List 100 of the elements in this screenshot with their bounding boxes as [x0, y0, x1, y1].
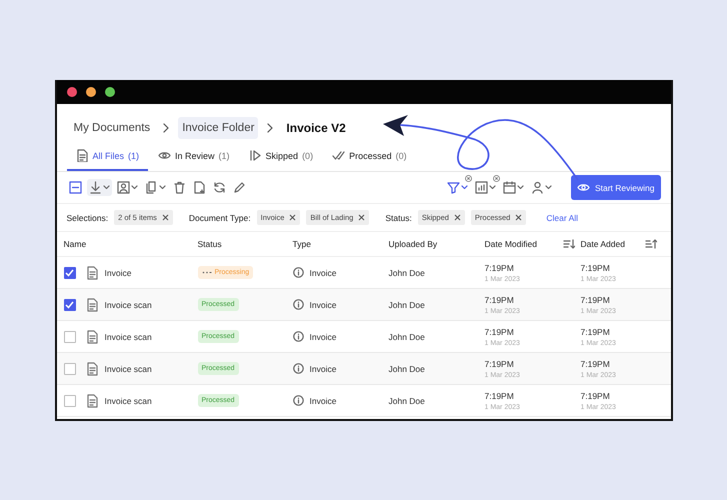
chart-icon — [474, 181, 488, 194]
close-icon — [454, 214, 461, 221]
sort-icon[interactable] — [562, 239, 574, 249]
deselect-icon — [68, 181, 82, 194]
info-icon — [292, 331, 304, 342]
document-icon — [86, 362, 98, 376]
filter-icon — [446, 181, 460, 194]
window-minimize-button[interactable] — [86, 87, 96, 97]
info-icon — [292, 299, 304, 310]
checkmark-icon — [65, 300, 74, 308]
calendar-button[interactable] — [500, 179, 526, 196]
deselect-button[interactable] — [66, 179, 84, 196]
caret-icon — [102, 185, 110, 190]
edit-icon — [232, 181, 246, 194]
tab[interactable]: Skipped (0) — [240, 149, 322, 171]
time-text: 7:19PM — [484, 294, 514, 304]
row-checkbox[interactable] — [64, 362, 76, 374]
info-icon — [292, 267, 304, 278]
copy-icon — [144, 181, 158, 194]
time-text: 7:19PM — [580, 326, 610, 336]
tab[interactable]: In Review (1) — [149, 149, 239, 171]
clear-badge-icon — [464, 175, 472, 182]
chevron-right-icon — [162, 122, 170, 134]
uploader-name: John Doe — [388, 332, 426, 342]
window-zoom-button[interactable] — [104, 87, 114, 97]
document-icon — [86, 298, 98, 312]
filter-label: Selections: — [66, 212, 108, 222]
time-text: 7:19PM — [580, 262, 610, 272]
caret-icon — [516, 185, 524, 190]
caret-icon — [488, 185, 496, 190]
column-header: Date Modified — [484, 239, 537, 249]
calendar-icon — [502, 181, 516, 194]
time-text: 7:19PM — [580, 390, 610, 400]
caret-icon — [544, 185, 552, 190]
delete-icon — [172, 181, 186, 194]
breadcrumb-link[interactable]: My Documents — [70, 117, 154, 139]
type-text: Invoice — [310, 396, 336, 406]
checkmark-icon — [65, 268, 74, 276]
type-text: Invoice — [310, 300, 336, 310]
time-text: 7:19PM — [484, 390, 514, 400]
assign-button[interactable] — [114, 179, 140, 196]
time-text: 7:19PM — [484, 358, 514, 368]
caret-icon — [130, 185, 138, 190]
caret-icon — [460, 185, 468, 190]
close-icon — [289, 214, 296, 221]
current-folder-title: Invoice V2 — [285, 120, 347, 137]
file-name[interactable]: Invoice — [104, 268, 132, 278]
caret-icon — [158, 185, 166, 190]
document-icon — [86, 266, 98, 280]
info-icon — [292, 363, 304, 374]
download-icon — [88, 181, 102, 194]
file-name[interactable]: Invoice scan — [104, 300, 152, 310]
download-button[interactable] — [86, 179, 112, 196]
time-text: 7:19PM — [484, 326, 514, 336]
row-checkbox[interactable] — [64, 298, 76, 310]
time-text: 7:19PM — [580, 294, 610, 304]
new-document-icon — [192, 181, 206, 194]
time-text: 7:19PM — [580, 358, 610, 368]
filter-label: Document Type: — [188, 212, 251, 222]
user-icon — [530, 181, 544, 194]
column-header: Uploaded By — [388, 239, 438, 249]
type-text: Invoice — [310, 332, 336, 342]
file-name[interactable]: Invoice scan — [104, 332, 152, 342]
close-icon — [358, 214, 366, 221]
chevron-right-icon — [266, 122, 274, 134]
clear-all-link[interactable]: Clear All — [546, 212, 578, 222]
row-checkbox[interactable] — [64, 394, 76, 406]
uploader-name: John Doe — [388, 268, 426, 278]
info-icon — [292, 395, 304, 406]
skip-icon — [248, 149, 262, 162]
column-header: Type — [292, 239, 312, 249]
type-text: Invoice — [310, 268, 336, 278]
column-header: Status — [198, 239, 223, 249]
uploader-name: John Doe — [388, 364, 426, 374]
uploader-name: John Doe — [388, 300, 426, 310]
sort-icon[interactable] — [644, 239, 656, 249]
column-header: Date Added — [580, 239, 625, 249]
document-icon — [76, 149, 88, 162]
type-text: Invoice — [310, 364, 336, 374]
column-header: Name — [64, 239, 88, 249]
dots-icon — [202, 271, 212, 274]
file-name[interactable]: Invoice scan — [104, 364, 152, 374]
time-text: 7:19PM — [484, 262, 514, 272]
assign-icon — [116, 181, 130, 194]
refresh-icon — [212, 181, 226, 194]
start-reviewing-button[interactable]: Start Reviewing — [570, 175, 660, 200]
row-checkbox[interactable] — [64, 266, 76, 278]
file-name[interactable]: Invoice scan — [104, 396, 152, 406]
tab[interactable]: All Files (1) — [66, 149, 148, 171]
uploader-name: John Doe — [388, 396, 426, 406]
document-icon — [86, 330, 98, 344]
tab[interactable]: Processed (0) — [323, 149, 416, 171]
clear-badge-icon — [492, 175, 500, 182]
close-icon — [515, 214, 522, 221]
row-checkbox[interactable] — [64, 330, 76, 342]
document-icon — [86, 394, 98, 408]
filter-label: Status: — [385, 212, 412, 222]
breadcrumb-link[interactable]: Invoice Folder — [178, 117, 258, 139]
close-icon — [162, 214, 169, 221]
window-close-button[interactable] — [66, 87, 76, 97]
